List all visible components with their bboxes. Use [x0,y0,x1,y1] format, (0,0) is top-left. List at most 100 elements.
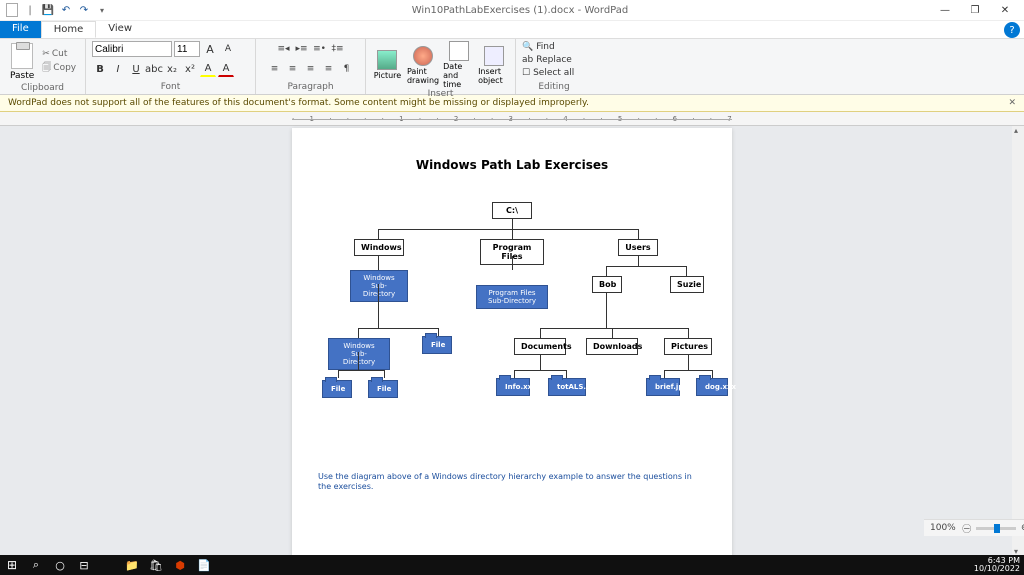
cortana-button[interactable]: ○ [48,555,72,575]
date-icon [449,41,469,61]
node-users: Users [618,239,658,256]
wordpad-icon[interactable] [4,2,20,18]
cut-icon: ✂ [42,49,50,59]
horizontal-ruler[interactable]: ·1····1··2··3··4··5··6··7 [0,112,1024,126]
insert-date-button[interactable]: Date and time [443,41,474,89]
font-size-select[interactable] [174,41,200,57]
subscript-button[interactable]: x₂ [164,61,180,77]
node-doc-f1: Info.xxx [496,378,530,396]
paste-label: Paste [10,71,34,81]
node-doc-f2: totALS.xxx [548,378,586,396]
node-pic-f2: dog.xxx [696,378,728,396]
cut-button[interactable]: ✂Cut [42,49,76,59]
window-title: Win10PathLabExercises (1).docx - WordPad [110,5,930,16]
clipboard-group-label: Clipboard [6,83,79,93]
find-button[interactable]: 🔍Find [522,41,555,53]
highlight-button[interactable]: A [200,61,216,77]
node-file-c: File [368,380,398,398]
zoom-level: 100% [930,523,956,533]
windows-taskbar: ⊞ ⌕ ○ ⊟ 📁 🛍 ⬢ 📄 6:43 PM 10/10/2022 [0,555,1024,575]
paragraph-dialog-button[interactable]: ¶ [339,61,355,77]
start-button[interactable]: ⊞ [0,555,24,575]
zoom-slider[interactable] [976,527,1016,530]
tab-file[interactable]: File [0,21,41,38]
close-button[interactable]: ✕ [990,1,1020,19]
zoom-in-button[interactable]: ⊕ [1020,523,1024,533]
decrease-indent-button[interactable]: ≡◂ [276,41,292,57]
bold-button[interactable]: B [92,61,108,77]
node-windows-sub: Windows Sub-Directory [350,270,408,302]
italic-button[interactable]: I [110,61,126,77]
tab-home[interactable]: Home [41,21,97,38]
node-file-b: File [322,380,352,398]
node-pic-f1: brief.jpg [646,378,680,396]
document-area: ·1····1··2··3··4··5··6··7 Windows Path L… [0,112,1024,556]
paragraph-group-label: Paragraph [262,82,359,92]
shrink-font-button[interactable]: A [220,41,236,57]
bullets-button[interactable]: ≡• [312,41,328,57]
system-tray: 6:43 PM 10/10/2022 [974,557,1024,573]
taskbar-office-icon[interactable]: ⬢ [168,555,192,575]
taskbar-explorer-icon[interactable]: 📁 [120,555,144,575]
copy-button[interactable]: 🗐Copy [42,60,76,76]
picture-icon [377,50,397,70]
object-icon [484,46,504,66]
task-view-button[interactable]: ⊟ [72,555,96,575]
ribbon-tabs: File Home View ? [0,21,1024,39]
align-center-button[interactable]: ≡ [285,61,301,77]
paste-icon [11,43,33,69]
redo-icon[interactable]: ↷ [76,2,92,18]
document-page[interactable]: Windows Path Lab Exercises C:\ Windows P… [292,128,732,556]
maximize-button[interactable]: ❐ [960,1,990,19]
select-icon: ☐ [522,68,530,78]
qat-dropdown-icon[interactable]: ▾ [94,2,110,18]
node-windows-sub2: Windows Sub-Directory [328,338,390,370]
insert-object-button[interactable]: Insert object [478,46,509,85]
document-title: Windows Path Lab Exercises [318,158,706,172]
select-all-button[interactable]: ☐Select all [522,67,574,79]
warning-close-button[interactable]: ✕ [1008,98,1016,108]
compatibility-warning: WordPad does not support all of the feat… [0,95,1024,112]
grow-font-button[interactable]: A [202,41,218,57]
undo-icon[interactable]: ↶ [58,2,74,18]
insert-paint-button[interactable]: Paint drawing [407,46,439,85]
line-spacing-button[interactable]: ‡≡ [330,41,346,57]
superscript-button[interactable]: x² [182,61,198,77]
node-downloads: Downloads [586,338,638,355]
node-documents: Documents [514,338,566,355]
underline-button[interactable]: U [128,61,144,77]
taskbar-wordpad-icon[interactable]: 📄 [192,555,216,575]
vertical-scrollbar[interactable] [1012,126,1024,556]
ribbon: Paste ✂Cut 🗐Copy Clipboard A A B I U abc… [0,39,1024,95]
quick-access-toolbar: | 💾 ↶ ↷ ▾ [4,2,110,18]
tray-clock[interactable]: 6:43 PM 10/10/2022 [974,557,1020,573]
save-icon[interactable]: 💾 [40,2,56,18]
document-caption: Use the diagram above of a Windows direc… [318,472,706,493]
zoom-out-button[interactable]: ㊀ [962,522,972,535]
tab-view[interactable]: View [96,21,144,38]
replace-button[interactable]: abReplace [522,54,572,66]
divider-icon: | [22,2,38,18]
paint-icon [413,46,433,66]
status-bar: 100% ㊀ ⊕ [924,519,1024,536]
minimize-button[interactable]: — [930,1,960,19]
font-name-select[interactable] [92,41,172,57]
justify-button[interactable]: ≡ [321,61,337,77]
strikethrough-button[interactable]: abc [146,61,162,77]
increase-indent-button[interactable]: ▸≡ [294,41,310,57]
align-left-button[interactable]: ≡ [267,61,283,77]
taskbar-edge-icon[interactable] [96,555,120,575]
taskbar-store-icon[interactable]: 🛍 [144,555,168,575]
align-right-button[interactable]: ≡ [303,61,319,77]
node-windows: Windows [354,239,404,256]
find-icon: 🔍 [522,42,533,52]
search-button[interactable]: ⌕ [24,555,48,575]
node-file-a: File [422,336,452,354]
directory-diagram: C:\ Windows Program Files Users Windows … [318,202,706,452]
paste-button[interactable]: Paste [6,41,38,83]
node-root: C:\ [492,202,532,219]
font-color-button[interactable]: A [218,61,234,77]
node-suzie: Suzie [670,276,704,293]
insert-picture-button[interactable]: Picture [372,50,403,80]
help-icon[interactable]: ? [1004,22,1020,38]
